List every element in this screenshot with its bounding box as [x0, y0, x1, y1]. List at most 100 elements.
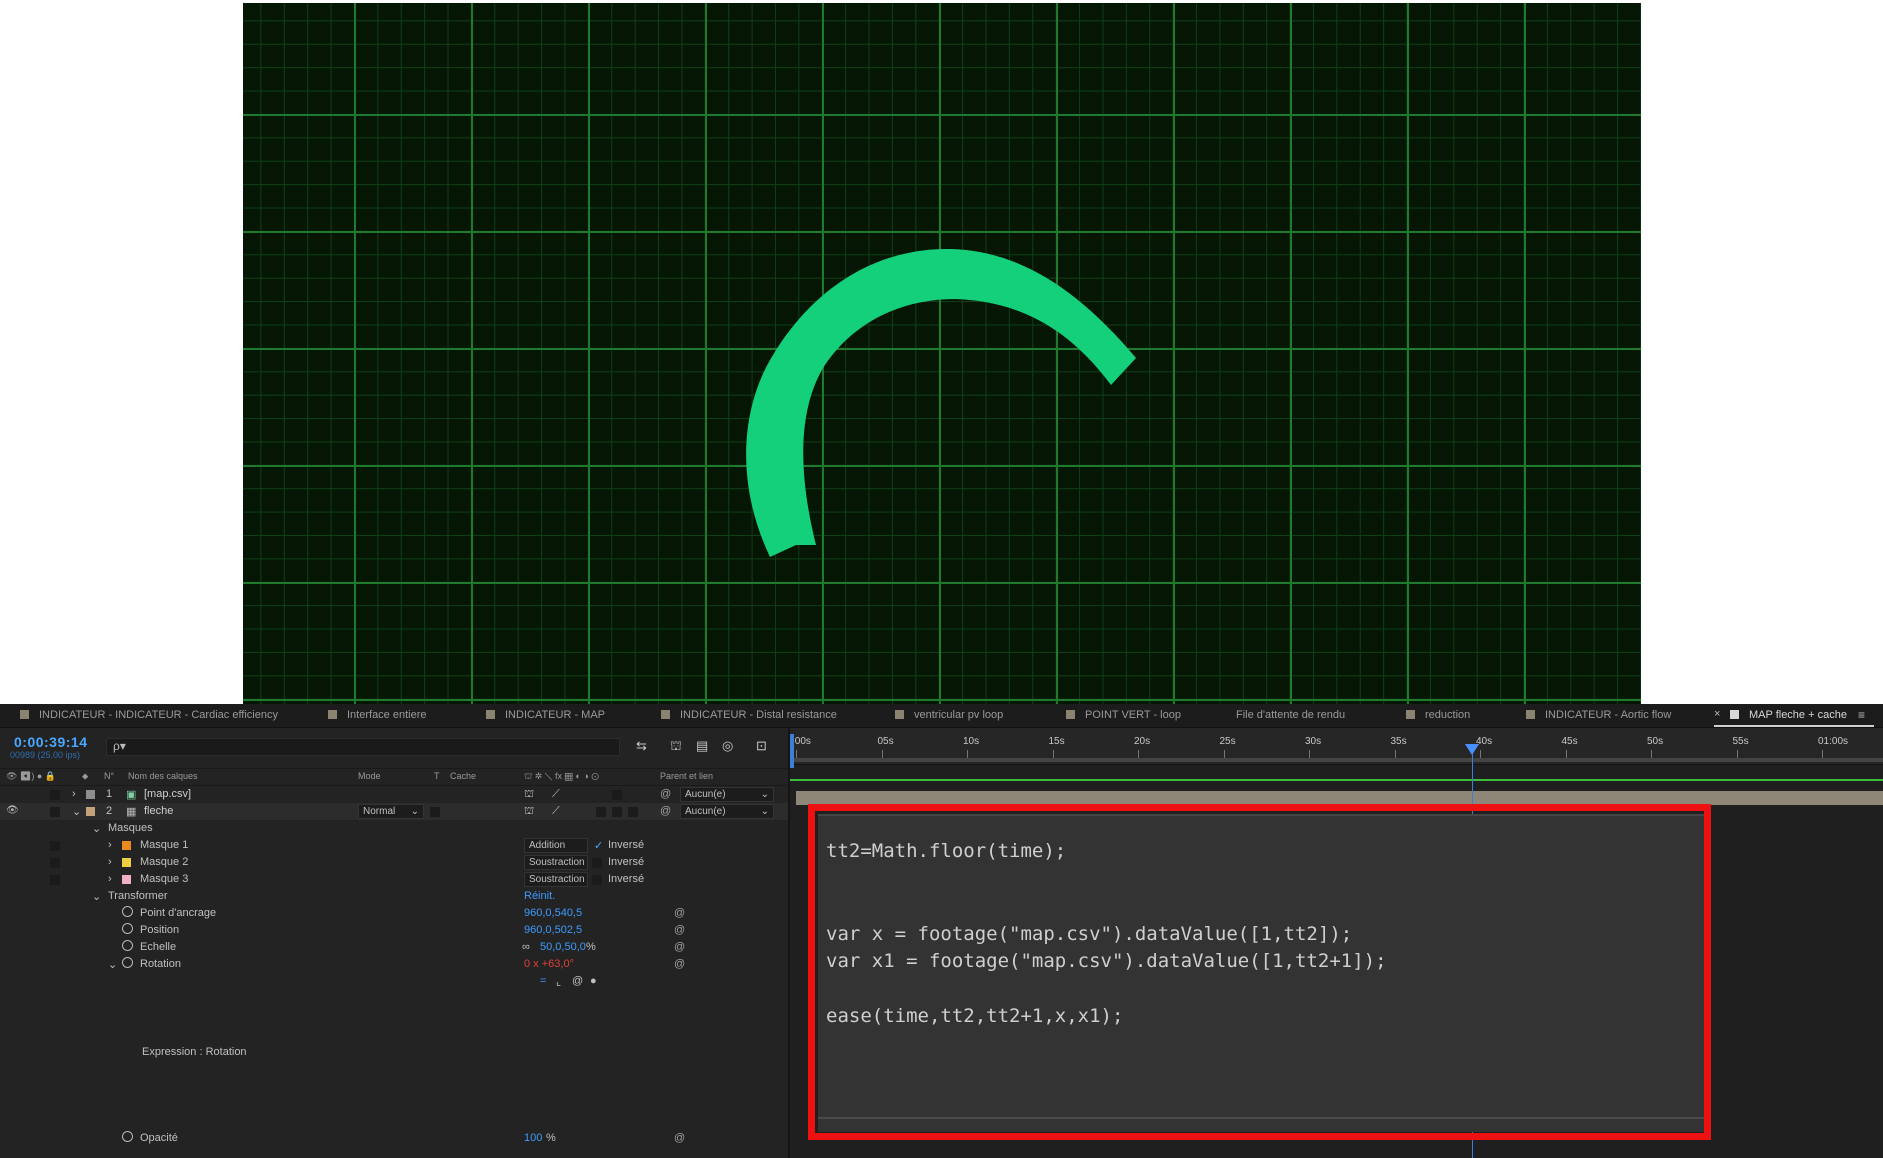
collapse-arrow-icon[interactable]: ⌄ — [108, 958, 117, 971]
prop-row-scale[interactable]: Echelle ∞ 50,0,50,0 % @ — [0, 939, 788, 956]
tab-render-queue[interactable]: File d'attente de rendu — [1236, 709, 1345, 721]
col-mode[interactable]: Mode — [358, 771, 381, 781]
lock-toggle[interactable] — [50, 790, 60, 800]
mask-mode-dropdown[interactable]: Addition — [524, 838, 588, 853]
expand-arrow-icon[interactable]: › — [108, 873, 112, 885]
parent-pickwhip-icon[interactable]: @ — [660, 805, 671, 817]
expand-arrow-icon[interactable]: › — [108, 856, 112, 868]
mask-row-1[interactable]: › Masque 1 Addition ✓ Inversé — [0, 837, 788, 854]
layer-2-duration-bar[interactable] — [796, 791, 1883, 805]
stopwatch-icon[interactable] — [122, 923, 133, 934]
switch-box[interactable] — [612, 790, 622, 800]
blend-mode-dropdown[interactable]: Normal ⌄ — [358, 804, 424, 819]
tab-indicateur-map[interactable]: INDICATEUR - MAP — [486, 709, 605, 721]
tab-interface-entiere[interactable]: Interface entiere — [328, 709, 427, 721]
prop-value[interactable]: 960,0,502,5 — [524, 924, 582, 936]
stopwatch-icon[interactable] — [122, 1131, 133, 1142]
expand-arrow-icon[interactable]: › — [108, 839, 112, 851]
tab-cardiac-efficiency[interactable]: INDICATEUR - INDICATEUR - Cardiac effici… — [20, 709, 278, 721]
col-t[interactable]: T — [434, 771, 440, 781]
lock-toggle[interactable] — [50, 807, 60, 817]
layer-row-2[interactable]: 👁 ⌄ 2 ▦ fleche Normal ⌄ ⛫ ⟋ @ Aucun(e) ⌄ — [0, 803, 788, 820]
work-area-start-marker[interactable] — [790, 734, 794, 768]
mask-color[interactable] — [122, 841, 131, 850]
prop-row-position[interactable]: Position 960,0,502,5 @ — [0, 922, 788, 939]
mask-row-3[interactable]: › Masque 3 Soustraction Inversé — [0, 871, 788, 888]
layer-name[interactable]: [map.csv] — [144, 788, 191, 800]
playhead-handle[interactable] — [1465, 744, 1480, 755]
parent-dropdown[interactable]: Aucun(e) ⌄ — [680, 804, 774, 819]
panel-menu-icon[interactable]: ≡ — [1858, 708, 1865, 722]
graph-editor-icon[interactable]: ⊡ — [756, 738, 767, 754]
tab-distal-resistance[interactable]: INDICATEUR - Distal resistance — [661, 709, 837, 721]
parent-pickwhip-icon[interactable]: @ — [660, 788, 671, 800]
switches-column-icons[interactable]: ⛫ ✲ ⟍ fx ▦ ◐ ◑ ⊙ — [524, 771, 599, 783]
prop-row-rotation[interactable]: ⌄ Rotation 0 x +63,0° @ — [0, 956, 788, 973]
eye-column-icon[interactable]: 👁 ◀) ● 🔒 — [6, 771, 56, 782]
col-num[interactable]: N° — [104, 771, 114, 781]
mask-color[interactable] — [122, 858, 131, 867]
pickwhip-icon[interactable]: @ — [674, 958, 685, 970]
masks-group-row[interactable]: ⌄ Masques — [0, 820, 788, 837]
layer-search-input[interactable]: ρ▾ — [106, 738, 620, 756]
transform-group-row[interactable]: ⌄ Transformer Réinit. — [0, 888, 788, 905]
prop-value[interactable]: 960,0,540,5 — [524, 907, 582, 919]
pickwhip-icon[interactable]: @ — [674, 1132, 685, 1144]
mask-name[interactable]: Masque 1 — [140, 839, 188, 851]
tab-reduction[interactable]: reduction — [1406, 709, 1470, 721]
quality-switch-icon[interactable]: ⟋ — [552, 788, 560, 801]
col-parent[interactable]: Parent et lien — [660, 771, 713, 781]
prop-value[interactable]: 100 — [524, 1132, 542, 1144]
tab-ventricular-pv-loop[interactable]: ventricular pv loop — [895, 709, 1003, 721]
switch-box[interactable] — [628, 807, 638, 817]
expression-pickwhip-icon[interactable]: @ — [572, 975, 583, 987]
mask-mode-dropdown[interactable]: Soustraction — [524, 872, 588, 887]
tab-aortic-flow[interactable]: INDICATEUR - Aortic flow — [1526, 709, 1671, 721]
composition-viewer[interactable] — [243, 3, 1641, 704]
collapse-arrow-icon[interactable]: ⌄ — [72, 805, 81, 818]
shy-layers-icon[interactable]: ⛫ — [670, 738, 682, 756]
track-matte-box[interactable] — [430, 807, 440, 817]
stopwatch-icon[interactable] — [122, 957, 133, 968]
collapse-arrow-icon[interactable]: ⌄ — [92, 890, 101, 903]
inverted-checkbox[interactable] — [592, 875, 602, 885]
motion-blur-icon[interactable]: ◎ — [722, 738, 733, 754]
expand-arrow-icon[interactable]: › — [72, 788, 76, 800]
switch-box[interactable] — [612, 807, 622, 817]
stopwatch-icon[interactable] — [122, 940, 133, 951]
shy-switch-icon[interactable]: ⛫ — [524, 805, 534, 819]
mask-name[interactable]: Masque 3 — [140, 873, 188, 885]
layer-label-color[interactable] — [86, 790, 95, 799]
mask-color[interactable] — [122, 875, 131, 884]
pickwhip-icon[interactable]: @ — [674, 941, 685, 953]
constrain-link-icon[interactable]: ∞ — [522, 941, 530, 953]
mask-row-2[interactable]: › Masque 2 Soustraction Inversé — [0, 854, 788, 871]
comp-flowchart-icon[interactable]: ⇆ — [636, 738, 647, 754]
quality-switch-icon[interactable]: ⟋ — [552, 805, 560, 818]
layer-1-duration-bar[interactable] — [790, 779, 1883, 781]
mask-name[interactable]: Masque 2 — [140, 856, 188, 868]
layer-label-color[interactable] — [86, 807, 95, 816]
current-timecode[interactable]: 0:00:39:14 — [14, 734, 88, 750]
lock-toggle[interactable] — [50, 875, 60, 885]
lock-toggle[interactable] — [50, 858, 60, 868]
collapse-arrow-icon[interactable]: ⌄ — [92, 822, 101, 835]
work-area-bar[interactable] — [794, 758, 1883, 762]
expression-graph-icon[interactable]: ⌞ — [556, 975, 561, 988]
parent-dropdown[interactable]: Aucun(e) ⌄ — [680, 787, 774, 802]
stopwatch-icon[interactable] — [122, 906, 133, 917]
prop-value[interactable]: 50,0,50,0 — [540, 941, 586, 953]
pickwhip-icon[interactable]: @ — [674, 907, 685, 919]
tab-point-vert-loop[interactable]: POINT VERT - loop — [1066, 709, 1181, 721]
col-cache[interactable]: Cache — [450, 771, 476, 781]
reset-link[interactable]: Réinit. — [524, 890, 555, 902]
prop-row-anchor[interactable]: Point d'ancrage 960,0,540,5 @ — [0, 905, 788, 922]
layer-name[interactable]: fleche — [144, 805, 173, 817]
tab-map-fleche-cache[interactable]: MAP fleche + cache — [1730, 709, 1847, 721]
tab-close-icon[interactable]: × — [1714, 708, 1720, 720]
frame-blending-icon[interactable]: ▤ — [696, 738, 708, 754]
layer-row-1[interactable]: › 1 ▣ [map.csv] ⛫ ⟋ @ Aucun(e) ⌄ — [0, 786, 788, 803]
prop-row-opacity[interactable]: Opacité 100 % @ — [0, 1130, 788, 1147]
time-ruler[interactable]: :00s 05s 10s 15s 20s 25s 30s 35s 40s 45s 50s 55s 01:… — [790, 728, 1883, 765]
pickwhip-icon[interactable]: @ — [674, 924, 685, 936]
